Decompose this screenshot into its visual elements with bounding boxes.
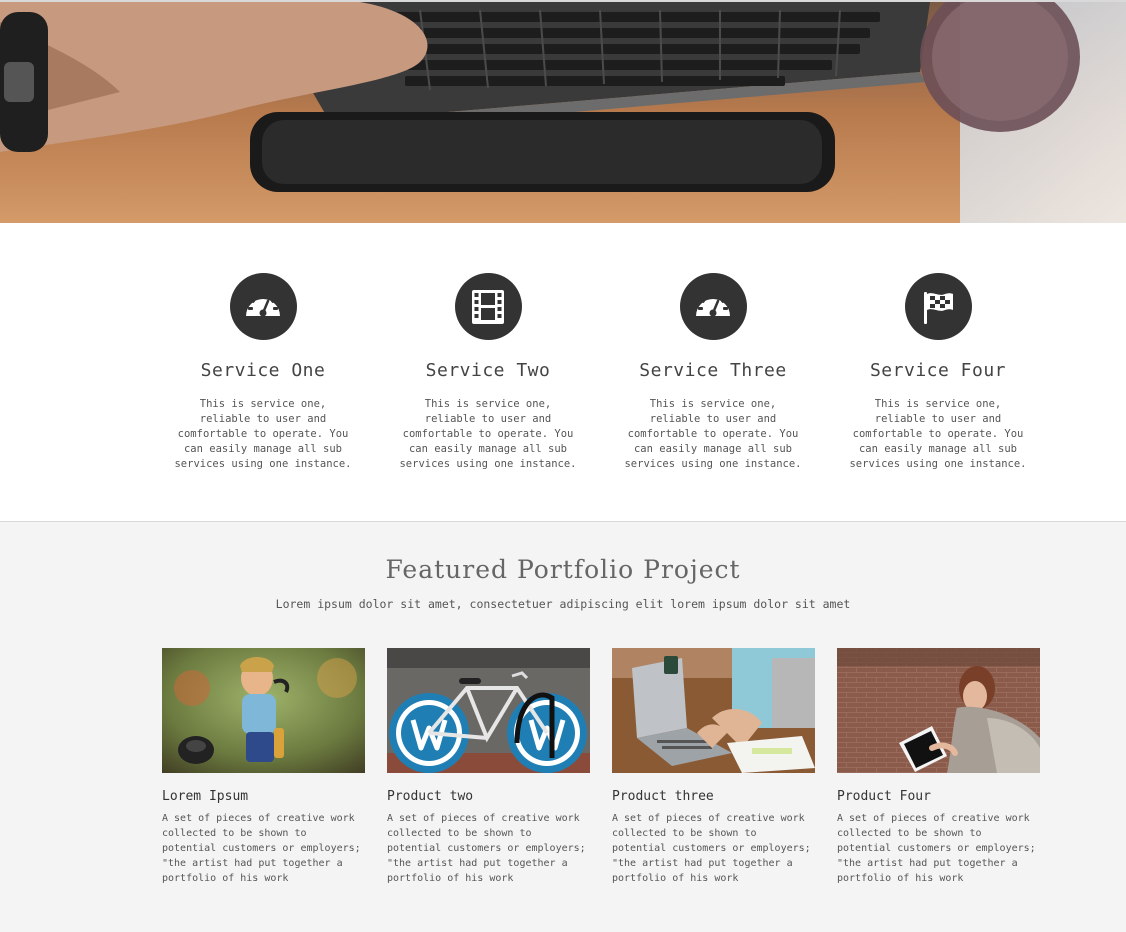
portfolio-card-title[interactable]: Product Four — [837, 789, 1040, 804]
portfolio-image — [612, 648, 815, 773]
service-icon-circle — [679, 273, 747, 340]
services-section: Service One This is service one, reliabl… — [0, 223, 1126, 522]
portfolio-image — [837, 648, 1040, 773]
flag-checkered-icon — [924, 291, 953, 324]
service-title: Service Three — [639, 360, 787, 381]
portfolio-section: Featured Portfolio Project Lorem ipsum d… — [0, 522, 1126, 932]
portfolio-thumbnail[interactable] — [837, 648, 1040, 773]
service-card: Service Three This is service one, relia… — [623, 273, 803, 472]
film-icon — [472, 289, 504, 324]
portfolio-card[interactable]: Product three A set of pieces of creativ… — [612, 648, 815, 886]
service-title: Service Two — [425, 360, 551, 381]
service-card: Service Two This is service one, reliabl… — [398, 273, 578, 472]
portfolio-thumbnail[interactable] — [612, 648, 815, 773]
hero-banner — [0, 0, 1126, 223]
service-description: This is service one, reliable to user an… — [849, 398, 1027, 470]
portfolio-card-title[interactable]: Lorem Ipsum — [162, 789, 365, 804]
service-description: This is service one, reliable to user an… — [174, 398, 352, 470]
portfolio-thumbnail[interactable] — [387, 648, 590, 773]
service-icon-circle — [229, 273, 297, 340]
portfolio-card-description: A set of pieces of creative work collect… — [387, 813, 586, 884]
portfolio-thumbnail[interactable] — [162, 648, 365, 773]
dashboard-icon — [696, 293, 730, 316]
service-title: Service One — [200, 360, 326, 381]
portfolio-card[interactable]: Product Four A set of pieces of creative… — [837, 648, 1040, 886]
service-icon-circle — [904, 273, 972, 340]
service-icon-circle — [454, 273, 522, 340]
portfolio-card-title[interactable]: Product two — [387, 789, 590, 804]
portfolio-card[interactable]: Lorem Ipsum A set of pieces of creative … — [162, 648, 365, 886]
hero-image — [0, 2, 1126, 223]
portfolio-card-description: A set of pieces of creative work collect… — [612, 813, 811, 884]
service-description: This is service one, reliable to user an… — [624, 398, 802, 470]
service-title: Service Four — [869, 360, 1007, 381]
portfolio-card-title[interactable]: Product three — [612, 789, 815, 804]
service-description: This is service one, reliable to user an… — [399, 398, 577, 470]
portfolio-title: Featured Portfolio Project — [385, 555, 741, 584]
portfolio-image — [162, 648, 365, 773]
service-card: Service One This is service one, reliabl… — [173, 273, 353, 472]
portfolio-subtitle: Lorem ipsum dolor sit amet, consectetuer… — [275, 597, 851, 611]
portfolio-card[interactable]: Product two A set of pieces of creative … — [387, 648, 590, 886]
service-card: Service Four This is service one, reliab… — [848, 273, 1028, 472]
portfolio-card-description: A set of pieces of creative work collect… — [162, 813, 361, 884]
portfolio-card-description: A set of pieces of creative work collect… — [837, 813, 1036, 884]
dashboard-icon — [246, 293, 280, 316]
portfolio-image — [387, 648, 590, 773]
